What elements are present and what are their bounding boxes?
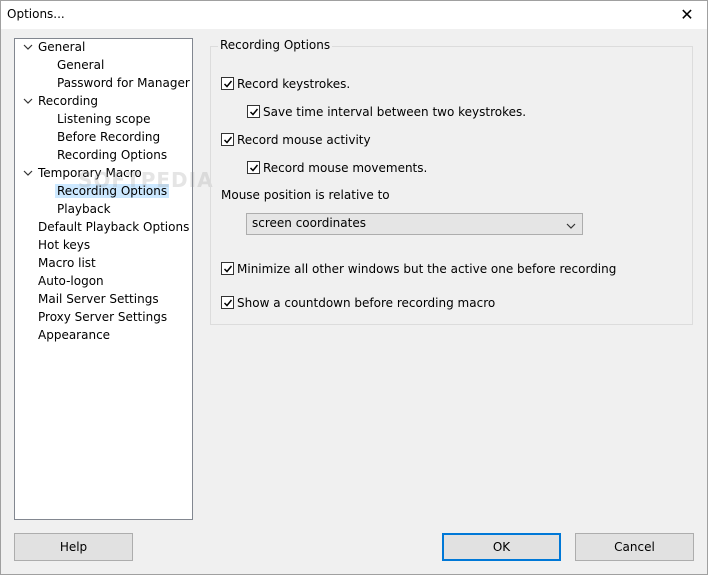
checkbox-checked-icon[interactable] — [247, 105, 260, 118]
title-bar[interactable]: Options... ✕ — [1, 1, 707, 29]
watermark: SOFTPEDIA — [78, 168, 214, 192]
tree-item-label: General — [57, 58, 105, 72]
tree-item-label: Mail Server Settings — [38, 292, 159, 306]
tree-item-mail-server-settings[interactable]: Mail Server Settings — [38, 291, 159, 308]
tree-item-label: Hot keys — [38, 238, 91, 252]
checkbox-label: Save time interval between two keystroke… — [263, 105, 527, 119]
options-tree[interactable]: General General Password for Manager Rec… — [14, 38, 193, 520]
tree-item-general[interactable]: General — [23, 39, 86, 56]
tree-item-label: Playback — [57, 202, 111, 216]
cancel-button[interactable]: Cancel — [575, 533, 694, 561]
tree-item-recording-options[interactable]: Recording Options — [57, 147, 167, 164]
checkbox-label: Minimize all other windows but the activ… — [237, 262, 617, 276]
tree-item-label: Recording Options — [57, 148, 168, 162]
mouse-position-select[interactable]: screen coordinates — [246, 213, 583, 235]
help-button[interactable]: Help — [14, 533, 133, 561]
chevron-down-icon[interactable] — [566, 219, 576, 233]
chevron-down-icon[interactable] — [23, 93, 35, 110]
tree-item-label: Macro list — [38, 256, 96, 270]
tree-item-before-recording[interactable]: Before Recording — [57, 129, 160, 146]
window-title: Options... — [7, 7, 65, 21]
tree-item-label: Before Recording — [57, 130, 161, 144]
tree-item-label: Proxy Server Settings — [38, 310, 168, 324]
group-title: Recording Options — [218, 38, 333, 52]
select-value: screen coordinates — [252, 216, 366, 230]
tree-item-password-for-manager[interactable]: Password for Manager — [57, 75, 190, 92]
tree-item-label: Default Playback Options — [38, 220, 190, 234]
close-icon[interactable]: ✕ — [667, 1, 707, 29]
tree-item-label: Recording — [38, 94, 99, 108]
checkbox-label: Record keystrokes. — [237, 77, 351, 91]
tree-item-listening-scope[interactable]: Listening scope — [57, 111, 151, 128]
checkbox-checked-icon[interactable] — [221, 262, 234, 275]
tree-item-macro-list[interactable]: Macro list — [38, 255, 96, 272]
tree-item-recording[interactable]: Recording — [23, 93, 99, 110]
checkbox-checked-icon[interactable] — [247, 161, 260, 174]
tree-item-label: Listening scope — [57, 112, 151, 126]
mouse-position-label: Mouse position is relative to — [221, 188, 390, 202]
checkbox-checked-icon[interactable] — [221, 77, 234, 90]
tree-item-appearance[interactable]: Appearance — [38, 327, 110, 344]
checkbox-checked-icon[interactable] — [221, 296, 234, 309]
ok-button[interactable]: OK — [442, 533, 561, 561]
tree-item-hot-keys[interactable]: Hot keys — [38, 237, 90, 254]
checkbox-label: Record mouse activity — [237, 133, 371, 147]
tree-item-auto-logon[interactable]: Auto-logon — [38, 273, 104, 290]
chevron-down-icon[interactable] — [23, 39, 35, 56]
chevron-down-icon[interactable] — [23, 165, 35, 182]
checkbox-label: Show a countdown before recording macro — [237, 296, 496, 310]
tree-item-proxy-server-settings[interactable]: Proxy Server Settings — [38, 309, 167, 326]
tree-item-label: Appearance — [38, 328, 111, 342]
tree-item-playback[interactable]: Playback — [57, 201, 111, 218]
checkbox-checked-icon[interactable] — [221, 133, 234, 146]
tree-item-label: General — [38, 40, 86, 54]
tree-item-label: Password for Manager — [57, 76, 190, 90]
tree-item-general-general[interactable]: General — [57, 57, 104, 74]
tree-item-label: Auto-logon — [38, 274, 104, 288]
checkbox-label: Record mouse movements. — [263, 161, 428, 175]
tree-item-default-playback-options[interactable]: Default Playback Options — [38, 219, 189, 236]
